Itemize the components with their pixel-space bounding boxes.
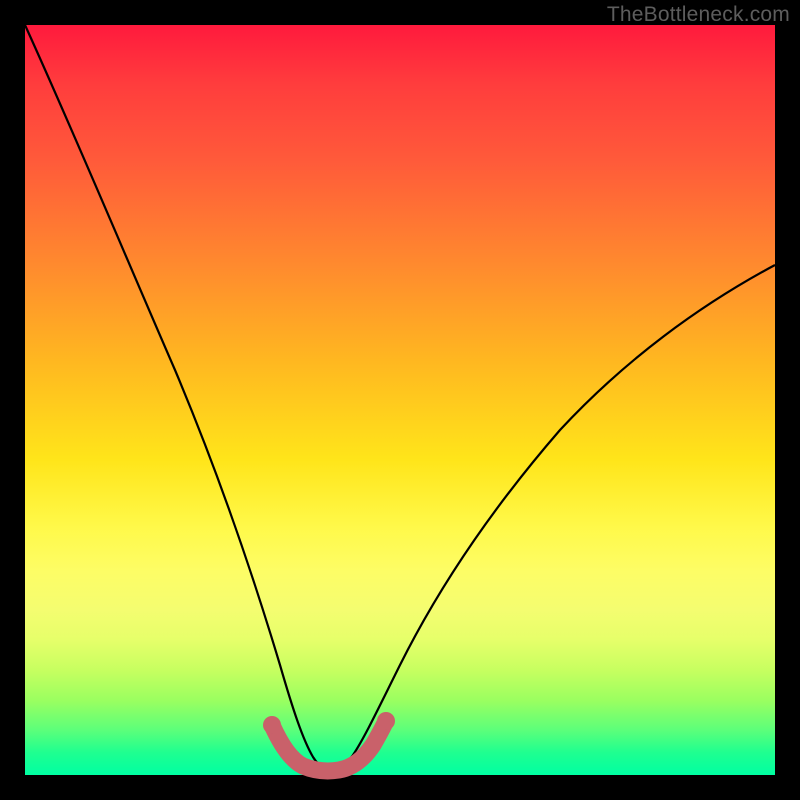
- band-endpoint-right: [377, 712, 395, 730]
- chart-overlay: [25, 25, 775, 775]
- band-endpoint-left: [263, 716, 281, 734]
- bottleneck-curve: [25, 25, 775, 769]
- watermark-text: TheBottleneck.com: [607, 3, 790, 27]
- chart-frame: TheBottleneck.com: [0, 0, 800, 800]
